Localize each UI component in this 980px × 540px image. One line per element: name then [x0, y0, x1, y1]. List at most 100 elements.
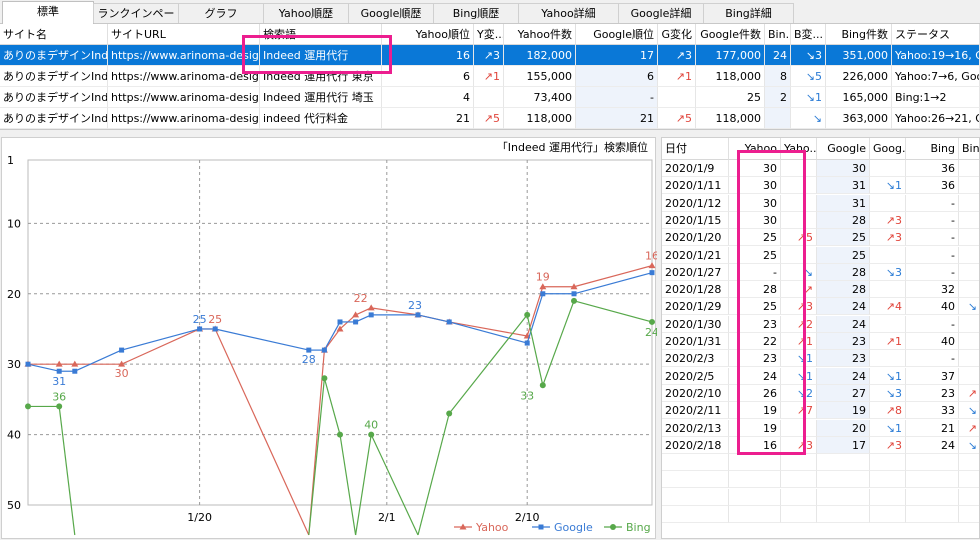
tab-standard[interactable]: 標準	[2, 1, 94, 24]
history-cell: ↘1	[870, 419, 906, 437]
tab-bing-history[interactable]: Bing順歴	[433, 3, 519, 23]
legend-label-yahoo: Yahoo	[475, 521, 509, 534]
history-header-bing[interactable]: Bing	[906, 138, 959, 160]
column-header-site-name[interactable]: サイト名	[0, 24, 108, 45]
google-point	[197, 326, 203, 332]
rank-chart: 「Indeed 運用代行」検索順位 1 10 20 30 40 50 1/20 2/1 2/10 2…	[7, 140, 657, 536]
change-indicator: ↗3	[675, 49, 692, 62]
column-header-bing-change[interactable]: B変...	[791, 24, 826, 45]
column-header-yahoo-change[interactable]: Y変...	[474, 24, 504, 45]
legend-marker-google	[538, 524, 544, 530]
table-cell: 21	[382, 108, 474, 129]
google-point-label: 23	[408, 299, 422, 312]
tab-google-detail[interactable]: Google詳細	[618, 3, 704, 23]
history-cell	[870, 281, 906, 299]
table-cell: ↗5	[474, 108, 504, 129]
history-cell: ↘3	[870, 384, 906, 402]
history-cell	[870, 350, 906, 368]
tab-yahoo-history[interactable]: Yahoo順歴	[263, 3, 349, 23]
table-cell: 118,000	[504, 108, 576, 129]
history-cell: 37	[906, 367, 959, 385]
table-cell: ↘3	[791, 45, 826, 66]
table-cell: 2	[765, 87, 791, 108]
table-cell: indeed 代行料金	[260, 108, 382, 129]
tab-rankin-page[interactable]: ランクインページ	[93, 3, 179, 39]
history-cell: 2020/2/3	[662, 350, 729, 368]
column-header-site-url[interactable]: サイトURL	[108, 24, 260, 45]
history-header-google-change[interactable]: Goog...	[870, 138, 906, 160]
google-point	[72, 368, 78, 374]
table-cell: ↗3	[474, 45, 504, 66]
table-cell[interactable]: ありのまデザインIndeed	[0, 66, 108, 87]
table-cell: https://www.arinoma-design.	[108, 66, 260, 87]
change-indicator: ↘3	[885, 386, 902, 400]
history-empty-cell	[959, 471, 979, 489]
highlight-yahoo-column-box	[737, 150, 806, 455]
history-cell: 40	[906, 333, 959, 350]
history-header-google[interactable]: Google	[817, 138, 870, 160]
history-empty-cell	[870, 506, 906, 523]
history-header-bing-change[interactable]: Bin	[959, 138, 979, 160]
table-row-selected-cell[interactable]: ありのまデザインIndeed	[0, 45, 108, 66]
history-cell: 2020/1/9	[662, 160, 729, 177]
history-cell	[870, 160, 906, 177]
bing-point-label: 36	[52, 390, 66, 403]
history-cell: 2020/1/29	[662, 298, 729, 316]
history-cell: 24	[817, 315, 870, 333]
history-cell: 36	[906, 160, 959, 177]
history-cell: 2020/2/10	[662, 384, 729, 402]
change-indicator: ↗1	[885, 335, 902, 348]
column-header-yahoo-rank[interactable]: Yahoo順位	[382, 24, 474, 45]
history-cell: 25	[817, 229, 870, 247]
google-point	[212, 326, 218, 332]
history-empty-cell	[959, 454, 979, 472]
change-indicator: ↗3	[885, 213, 902, 227]
column-header-yahoo-count[interactable]: Yahoo件数	[504, 24, 576, 45]
table-cell[interactable]: ありのまデザインIndeed	[0, 87, 108, 108]
table-cell: 25	[696, 87, 765, 108]
column-header-google-count[interactable]: Google件数	[696, 24, 765, 45]
column-header-bing-rank[interactable]: Bin...	[765, 24, 791, 45]
column-header-status[interactable]: ステータス	[892, 24, 980, 45]
column-header-google-rank[interactable]: Google順位	[576, 24, 658, 45]
highlight-keyword-box	[242, 35, 392, 74]
tab-yahoo-detail[interactable]: Yahoo詳細	[518, 3, 619, 23]
table-cell: 4	[382, 87, 474, 108]
history-cell: 2020/1/11	[662, 177, 729, 195]
tab-bing-detail[interactable]: Bing詳細	[703, 3, 794, 23]
history-empty-cell	[906, 488, 959, 506]
tab-google-history[interactable]: Google順歴	[348, 3, 434, 23]
change-indicator: ↗1	[483, 70, 500, 83]
history-cell: 28	[817, 281, 870, 299]
google-point	[649, 270, 655, 276]
bing-point-label: 40	[364, 419, 378, 432]
history-cell: -	[906, 194, 959, 212]
history-cell: 23	[817, 350, 870, 368]
history-cell: 24	[817, 298, 870, 316]
tab-graph[interactable]: グラフ	[178, 3, 264, 23]
table-cell: -	[576, 87, 658, 108]
history-cell: ↘3	[870, 263, 906, 281]
change-indicator: ↗8	[885, 404, 902, 418]
column-header-google-change[interactable]: G変化	[658, 24, 696, 45]
history-header-date[interactable]: 日付	[662, 138, 729, 160]
google-point	[306, 347, 312, 353]
history-cell	[959, 212, 979, 229]
history-cell: -	[906, 211, 959, 229]
change-indicator: ↘1	[885, 421, 902, 435]
change-indicator: ↗3	[885, 231, 902, 245]
history-cell: 31	[817, 194, 870, 212]
column-header-bing-count[interactable]: Bing件数	[826, 24, 892, 45]
history-empty-cell	[870, 471, 906, 489]
history-cell: -	[906, 229, 959, 247]
table-cell[interactable]: ありのまデザインIndeed	[0, 108, 108, 129]
rank-chart-panel: 「Indeed 運用代行」検索順位 1 10 20 30 40 50 1/20 2/1 2/10 2…	[1, 137, 657, 539]
table-cell: Bing:1→2	[892, 87, 980, 108]
history-cell: -	[906, 263, 959, 281]
change-indicator: ↗5	[483, 112, 500, 125]
table-cell: 363,000	[826, 108, 892, 129]
history-cell	[870, 194, 906, 212]
google-point	[337, 319, 343, 325]
history-cell: -	[906, 350, 959, 368]
table-cell: Yahoo:26→21, Go	[892, 108, 980, 129]
